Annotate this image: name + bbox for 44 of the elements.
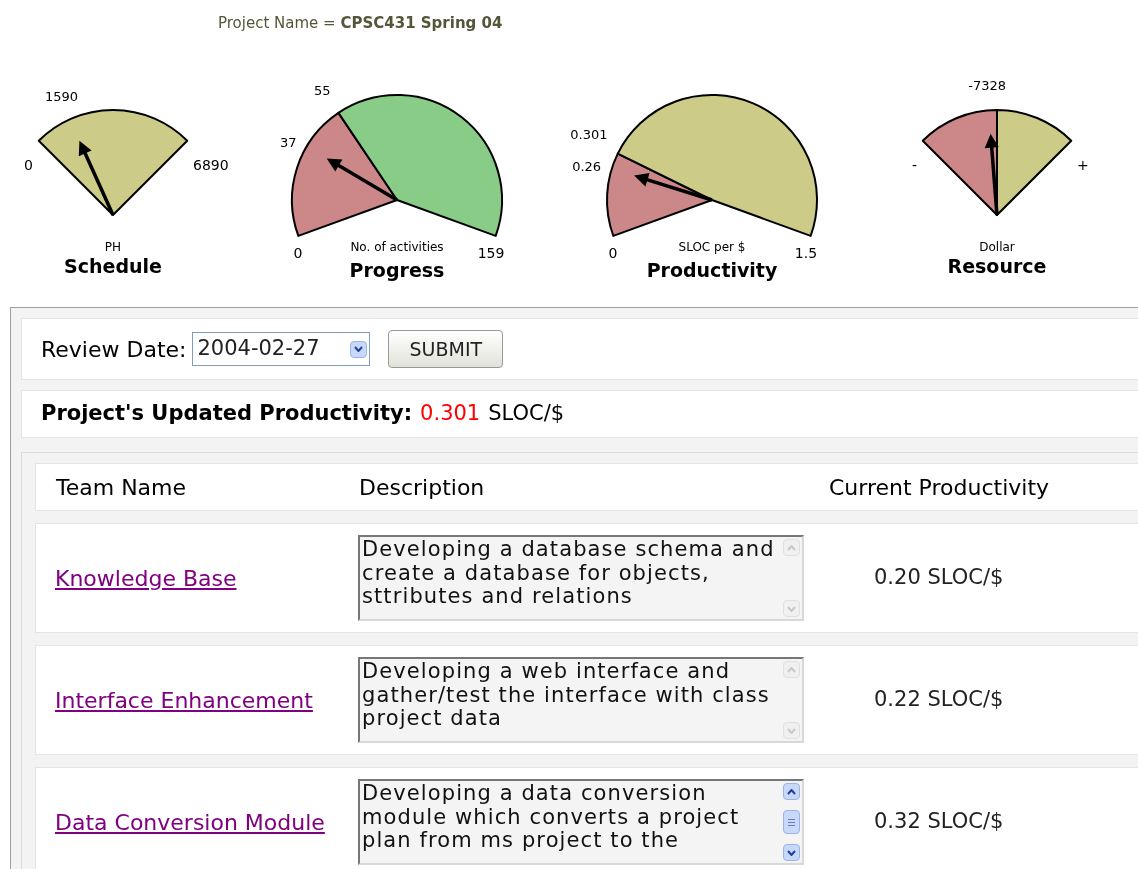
gauge-unit-label: SLOC per $ (678, 240, 746, 254)
gauge-mark-label: 0.301 (570, 126, 608, 142)
scroll-up-icon[interactable] (783, 783, 800, 800)
productivity-cell-text: 0.32 SLOC/$ (874, 808, 1004, 836)
gauge-unit-label: Dollar (979, 240, 1015, 254)
team-link[interactable]: Data Conversion Module (55, 809, 325, 835)
productivity-value: 0.301 (420, 400, 481, 428)
submit-button[interactable]: SUBMIT (388, 330, 504, 368)
scroll-down-icon[interactable] (350, 340, 368, 358)
gauge-title: Resource (947, 255, 1047, 277)
gauge-unit-label: PH (104, 240, 122, 254)
gauge-title: Progress (349, 259, 445, 281)
column-header: Team Name (55, 473, 188, 502)
team-link[interactable]: Interface Enhancement (55, 687, 313, 713)
review-date-label: Review Date: (41, 335, 187, 364)
productivity-unit: SLOC/$ (488, 400, 565, 428)
gauge-value-label: 1590 (45, 89, 79, 105)
gauge-unit-label: No. of activities (350, 240, 444, 254)
productivity-label: Project's Updated Productivity: (41, 400, 413, 428)
scroll-thumb[interactable] (783, 810, 800, 834)
description-field[interactable]: Developing a data conversion module which converts a project plan from ms project to the (358, 779, 804, 865)
gauge-min-label: 0 (608, 245, 618, 261)
team-link[interactable]: Knowledge Base (55, 565, 237, 591)
gauge-min-label: 0 (293, 245, 303, 261)
gauge-title: Schedule (64, 255, 162, 277)
gauge-max-label: 159 (477, 245, 505, 261)
productivity-cell-text: 0.20 SLOC/$ (874, 564, 1004, 592)
column-header: Current Productivity (828, 473, 1050, 502)
gauge-value-label: 37 (280, 135, 297, 150)
gauge-value-label: 0.26 (572, 158, 602, 174)
scroll-down-icon[interactable] (783, 844, 800, 861)
column-header: Description (358, 473, 486, 502)
gauge-mark-label: 55 (314, 83, 331, 98)
gauge-max-label: 6890 (193, 157, 229, 173)
date-select[interactable]: 2004-02-27 (192, 332, 371, 366)
gauge-value-label: -7328 (968, 78, 1007, 94)
gauge-title: Productivity (646, 259, 778, 281)
project-name: Project Name = CPSC431 Spring 04 (218, 14, 503, 32)
gauge-min-label: 0 (24, 157, 33, 173)
gauge-needle (326, 158, 398, 202)
gauge-min-label: - (911, 157, 917, 173)
gauge-max-label: 1.5 (794, 245, 818, 261)
productivity-cell-text: 0.22 SLOC/$ (874, 686, 1004, 714)
gauge-max-label: + (1077, 157, 1089, 173)
